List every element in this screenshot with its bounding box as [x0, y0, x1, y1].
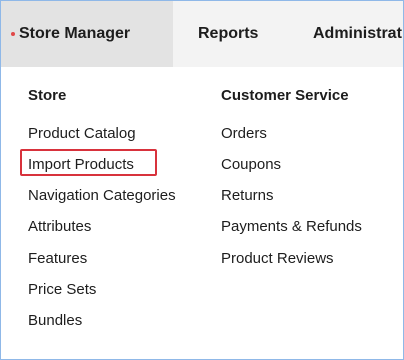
menu-item-product-catalog[interactable]: Product Catalog — [28, 125, 136, 142]
menu-item-payments-refunds[interactable]: Payments & Refunds — [221, 218, 362, 235]
tab-reports[interactable]: Reports — [198, 1, 258, 67]
top-navbar: Store Manager Reports Administrat — [1, 1, 403, 67]
window-frame: Store Manager Reports Administrat Store … — [0, 0, 404, 360]
menu-item-import-products[interactable]: Import Products — [28, 156, 134, 173]
menu-item-navigation-categories[interactable]: Navigation Categories — [28, 187, 176, 204]
menu-item-price-sets[interactable]: Price Sets — [28, 281, 96, 298]
menu-item-product-reviews[interactable]: Product Reviews — [221, 250, 334, 267]
menu-item-coupons[interactable]: Coupons — [221, 156, 281, 173]
dropdown-menu-panel: Store Product Catalog Import Products Na… — [1, 67, 403, 359]
tab-store-manager[interactable]: Store Manager — [1, 1, 173, 67]
active-indicator-dot — [11, 32, 15, 36]
menu-item-attributes[interactable]: Attributes — [28, 218, 91, 235]
tab-label: Administrat — [313, 25, 402, 42]
column-heading-store: Store — [28, 87, 67, 104]
tab-administration[interactable]: Administrat — [313, 1, 402, 67]
menu-item-returns[interactable]: Returns — [221, 187, 274, 204]
menu-item-bundles[interactable]: Bundles — [28, 312, 82, 329]
tab-label: Reports — [198, 25, 259, 42]
column-heading-customer-service: Customer Service — [221, 87, 349, 104]
tab-label: Store Manager — [19, 25, 131, 42]
menu-item-features[interactable]: Features — [28, 250, 87, 267]
menu-item-orders[interactable]: Orders — [221, 125, 267, 142]
